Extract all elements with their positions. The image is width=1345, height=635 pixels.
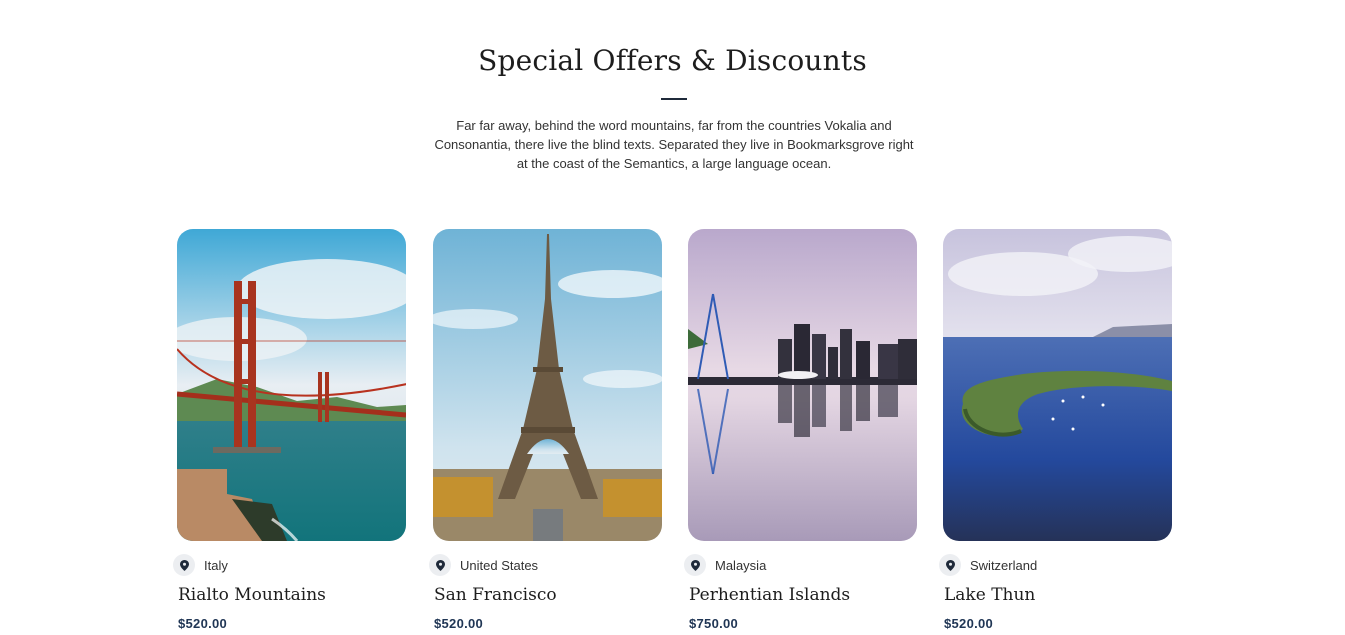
location-row: Italy bbox=[173, 554, 406, 576]
location-country: Switzerland bbox=[970, 557, 1038, 573]
destination-name[interactable]: Perhentian Islands bbox=[689, 585, 917, 605]
section-description: Far far away, behind the word mountains,… bbox=[434, 118, 914, 171]
golden-gate-bridge-photo[interactable] bbox=[177, 229, 406, 541]
destination-price: $520.00 bbox=[434, 616, 484, 631]
title-divider bbox=[661, 98, 687, 100]
destination-name[interactable]: Rialto Mountains bbox=[178, 585, 406, 605]
map-pin-icon bbox=[939, 554, 961, 576]
map-pin-icon bbox=[429, 554, 451, 576]
location-country: Italy bbox=[204, 557, 228, 573]
destination-price: $520.00 bbox=[178, 616, 228, 631]
eiffel-tower-photo[interactable] bbox=[433, 229, 662, 541]
destination-name[interactable]: San Francisco bbox=[434, 585, 662, 605]
offer-card[interactable]: Malaysia Perhentian Islands $750.00 bbox=[684, 229, 917, 631]
section-title: Special Offers & Discounts bbox=[478, 44, 867, 77]
city-skyline-reflection-photo[interactable] bbox=[688, 229, 917, 541]
offer-card[interactable]: Italy Rialto Mountains $520.00 bbox=[173, 229, 406, 631]
location-row: Malaysia bbox=[684, 554, 917, 576]
destination-price: $520.00 bbox=[944, 616, 994, 631]
location-row: Switzerland bbox=[939, 554, 1172, 576]
map-pin-icon bbox=[684, 554, 706, 576]
destination-name[interactable]: Lake Thun bbox=[944, 585, 1172, 605]
offer-card[interactable]: Switzerland Lake Thun $520.00 bbox=[939, 229, 1172, 631]
crescent-island-photo[interactable] bbox=[943, 229, 1172, 541]
offer-card[interactable]: United States San Francisco $520.00 bbox=[429, 229, 662, 631]
map-pin-icon bbox=[173, 554, 195, 576]
location-country: Malaysia bbox=[715, 557, 767, 573]
destination-price: $750.00 bbox=[689, 616, 739, 631]
location-row: United States bbox=[429, 554, 662, 576]
location-country: United States bbox=[460, 557, 539, 573]
